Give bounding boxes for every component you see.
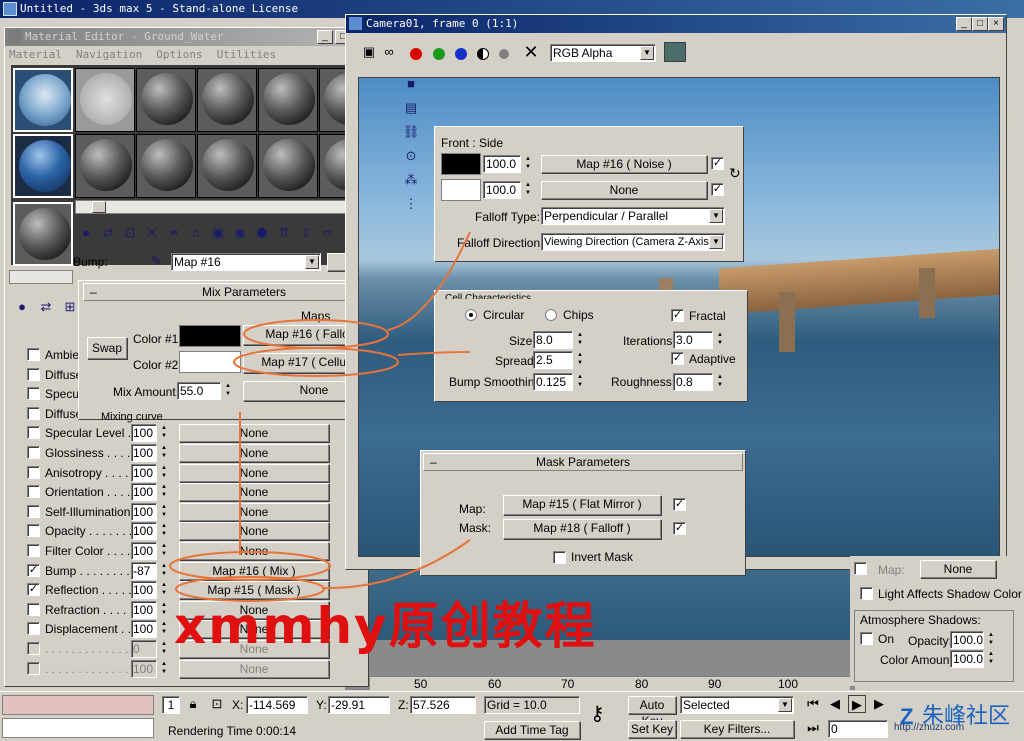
- annotation-circle-color2: [233, 347, 399, 377]
- annotation-circle-bump: [169, 551, 331, 581]
- annotation-circle-color1: [243, 319, 389, 349]
- annotation-arrow-cellular: [397, 351, 471, 356]
- annotation-arrow-falloff: [387, 231, 471, 331]
- watermark-text: xmmhy原创教程: [174, 597, 597, 655]
- annotation-arrow-mask: [321, 539, 471, 590]
- annotation-strokes: [169, 231, 471, 602]
